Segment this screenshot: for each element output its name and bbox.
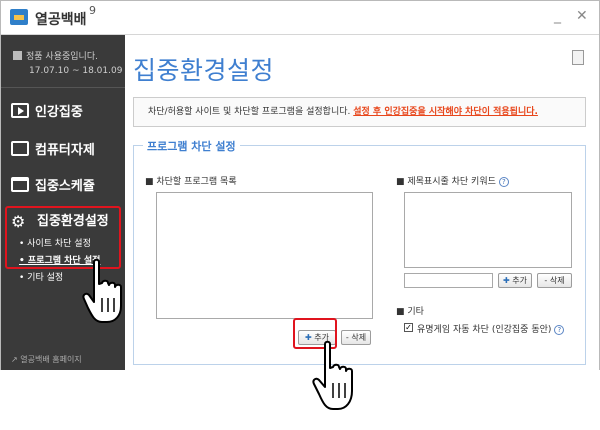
document-icon[interactable] xyxy=(572,50,584,65)
play-icon xyxy=(11,103,29,118)
sidebar-item-focus-schedule[interactable]: 집중스케쥴 xyxy=(11,175,121,194)
program-block-panel: 프로그램 차단 설정 ■ 차단할 프로그램 목록 ✚ 추가 - 삭제 ■ 제목표… xyxy=(133,138,586,365)
license-info: 정품 사용중입니다. 17.07.10 ~ 18.01.09 xyxy=(13,49,123,76)
hand-pointer-icon xyxy=(312,340,353,410)
title-bar: 열공백배 9 _ ✕ xyxy=(1,1,599,35)
game-block-label-text: 유명게임 자동 차단 (인강집중 동안) xyxy=(417,325,552,335)
sidebar-item-label: 컴퓨터자제 xyxy=(35,143,95,158)
sidebar-item-lecture-focus[interactable]: 인강집중 xyxy=(11,101,121,120)
homepage-link-label: 열공백배 홈페이지 xyxy=(20,355,82,364)
help-icon[interactable]: ? xyxy=(554,325,565,335)
keyword-label-text: ■ 제목표시줄 차단 키워드 xyxy=(396,177,496,187)
calendar-icon xyxy=(11,177,29,192)
app-version: 9 xyxy=(89,4,96,17)
help-icon[interactable]: ? xyxy=(498,177,509,187)
license-period: 17.07.10 ~ 18.01.09 xyxy=(29,66,123,76)
sidebar-item-computer-control[interactable]: 컴퓨터자제 xyxy=(11,139,121,158)
sidebar-item-label: 인강집중 xyxy=(35,105,83,120)
delete-keyword-label: 삭제 xyxy=(549,276,565,285)
etc-label: ■ 기타 xyxy=(396,307,424,317)
sidebar-divider xyxy=(1,87,125,88)
add-keyword-label: 추가 xyxy=(512,276,527,285)
page-title: 집중환경설정 xyxy=(133,56,275,85)
panel-title: 프로그램 차단 설정 xyxy=(143,138,240,154)
info-text: 차단/허용할 사이트 및 차단할 프로그램을 설정합니다. xyxy=(148,107,351,117)
user-icon xyxy=(13,51,22,60)
info-banner: 차단/허용할 사이트 및 차단할 프로그램을 설정합니다. 설정 후 인강집중을… xyxy=(133,97,586,127)
app-title: 열공백배 xyxy=(35,12,87,28)
info-warning: 설정 후 인강집중을 시작해야 차단이 적용됩니다. xyxy=(353,107,538,117)
keyword-list[interactable] xyxy=(404,192,572,268)
keyword-label: ■ 제목표시줄 차단 키워드? xyxy=(396,174,509,187)
delete-keyword-button[interactable]: - 삭제 xyxy=(537,273,572,288)
close-button[interactable]: ✕ xyxy=(576,8,588,24)
monitor-icon xyxy=(11,141,29,156)
hand-pointer-icon xyxy=(82,258,122,323)
game-block-checkbox[interactable]: ✓ xyxy=(404,323,413,332)
minimize-button[interactable]: _ xyxy=(554,8,561,24)
app-logo-icon xyxy=(10,9,28,25)
game-block-label: 유명게임 자동 차단 (인강집중 동안)? xyxy=(417,322,565,335)
homepage-link[interactable]: ↗ 열공백배 홈페이지 xyxy=(11,354,82,365)
license-status: 정품 사용중입니다. xyxy=(26,52,98,62)
program-list-label: ■ 차단할 프로그램 목록 xyxy=(145,177,237,187)
keyword-input[interactable] xyxy=(404,273,493,288)
sidebar-item-label: 집중스케쥴 xyxy=(35,179,95,194)
add-keyword-button[interactable]: ✚ 추가 xyxy=(498,273,532,288)
main-content: 집중환경설정 차단/허용할 사이트 및 차단할 프로그램을 설정합니다. 설정 … xyxy=(125,35,599,370)
program-list[interactable] xyxy=(156,192,373,319)
